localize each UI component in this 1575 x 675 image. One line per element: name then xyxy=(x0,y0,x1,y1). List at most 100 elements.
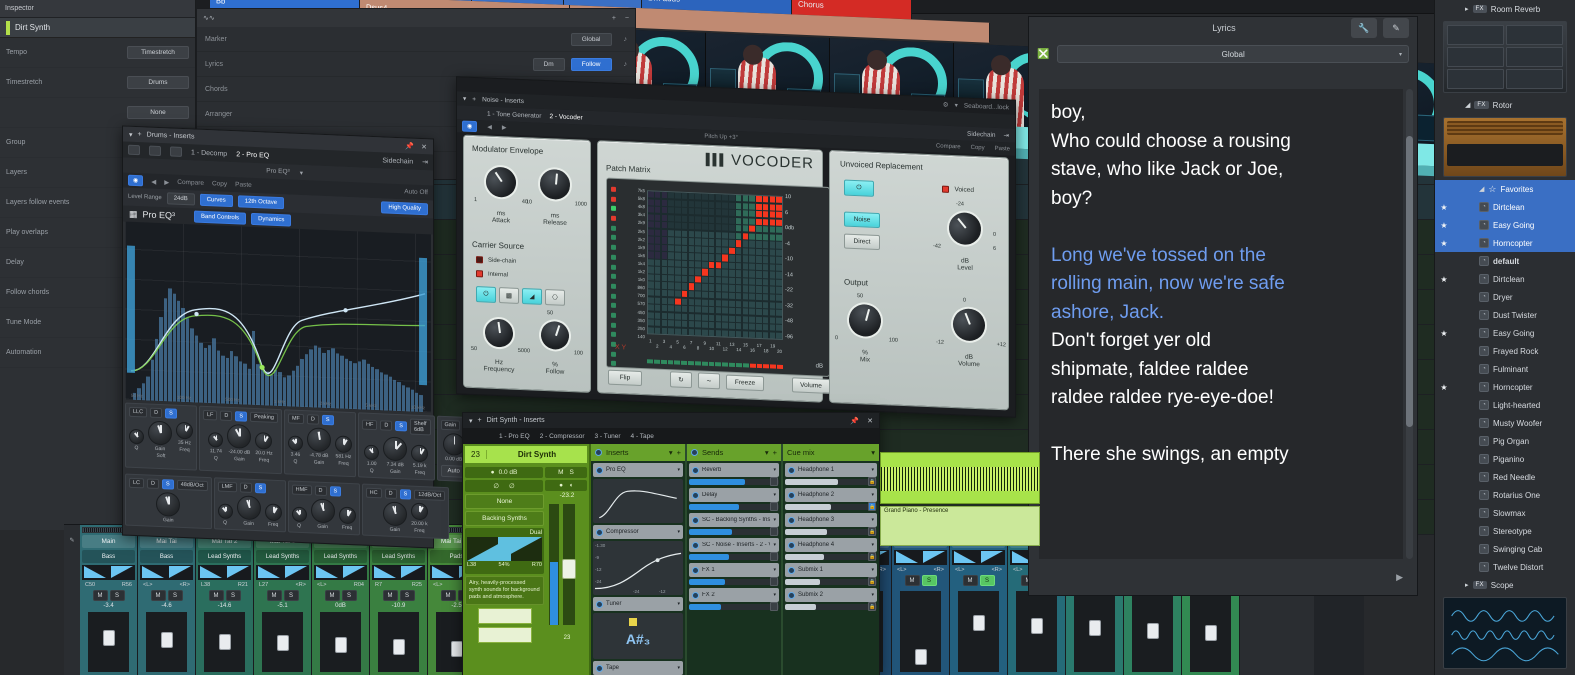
matrix-cell[interactable] xyxy=(648,221,654,229)
band-id[interactable]: HF xyxy=(361,419,378,431)
matrix-cell[interactable] xyxy=(702,238,708,246)
matrix-cell[interactable] xyxy=(742,330,749,338)
matrix-cell[interactable] xyxy=(722,254,728,262)
matrix-cell[interactable] xyxy=(735,315,742,323)
close-icon[interactable]: ✕ xyxy=(867,417,873,425)
matrix-cell[interactable] xyxy=(776,219,782,226)
solo-button[interactable]: S xyxy=(570,469,574,476)
matrix-cell[interactable] xyxy=(648,319,654,326)
eq-band-hf[interactable]: HF D S Shelf 6dB 1.00 Q 7.34 dB Gain 5.19 k Freq xyxy=(357,412,435,481)
matrix-cell[interactable] xyxy=(749,323,755,331)
send-power-icon[interactable] xyxy=(692,566,699,574)
band-mode-select[interactable]: Shelf 6dB xyxy=(409,418,431,436)
matrix-cell[interactable] xyxy=(749,270,755,278)
sidechain-icon[interactable]: ⇥ xyxy=(1004,131,1009,139)
eq-knob[interactable] xyxy=(129,428,144,445)
browser-preset-item[interactable]: ◔ Dryer xyxy=(1435,288,1575,306)
matrix-cell[interactable] xyxy=(708,276,715,284)
matrix-cell[interactable] xyxy=(756,233,762,241)
matrix-cell[interactable] xyxy=(749,308,755,316)
sidechain-label[interactable]: Sidechain xyxy=(967,130,996,138)
channel-input[interactable]: None xyxy=(465,494,544,509)
favorite-star-icon[interactable]: ★ xyxy=(1439,203,1449,212)
matrix-cell[interactable] xyxy=(769,203,776,211)
send-level-slider[interactable] xyxy=(689,477,779,486)
solo-button[interactable]: S xyxy=(921,575,937,586)
lane-value[interactable]: Dm xyxy=(532,57,565,71)
inspector-row-value[interactable]: Drums xyxy=(127,76,189,89)
matrix-cell[interactable] xyxy=(708,201,715,208)
matrix-cell[interactable] xyxy=(729,202,735,209)
channel-pan[interactable] xyxy=(82,565,135,580)
matrix-cell[interactable] xyxy=(654,206,661,214)
send-power-icon[interactable] xyxy=(692,591,699,599)
send-pre-post-toggle[interactable] xyxy=(770,552,778,561)
send-pre-post-toggle[interactable] xyxy=(770,502,778,511)
matrix-cell[interactable] xyxy=(729,330,735,337)
wrench-icon[interactable]: 🔧 xyxy=(1350,18,1377,38)
chevron-down-icon[interactable]: ▾ xyxy=(677,467,680,473)
matrix-cell[interactable] xyxy=(668,259,674,267)
cue-lock-icon[interactable]: 🔒 xyxy=(868,477,876,486)
matrix-cell[interactable] xyxy=(702,276,708,284)
matrix-cell[interactable] xyxy=(749,195,755,203)
matrix-cell[interactable] xyxy=(675,237,681,245)
mixer-channel[interactable]: Mai Tai 2 Lead Synths L38 R21 M S -14.6 xyxy=(196,525,254,675)
tab-pro-eq[interactable]: 1 - Pro EQ xyxy=(499,433,530,440)
matrix-cell[interactable] xyxy=(756,323,762,331)
matrix-cell[interactable] xyxy=(715,224,722,231)
matrix-cell[interactable] xyxy=(654,244,661,251)
matrix-cell[interactable] xyxy=(695,321,701,328)
browser-preset-item[interactable]: ★ ◔ Horncopter xyxy=(1435,378,1575,396)
matrix-cell[interactable] xyxy=(715,254,722,262)
matrix-cell[interactable] xyxy=(756,241,762,248)
matrix-cell[interactable] xyxy=(729,239,735,247)
matrix-cell[interactable] xyxy=(756,293,762,301)
matrix-cell[interactable] xyxy=(735,210,742,217)
matrix-cell[interactable] xyxy=(668,275,674,282)
matrix-cell[interactable] xyxy=(675,252,681,260)
mute-button[interactable]: M xyxy=(440,590,456,601)
chevron-down-icon[interactable]: ▾ xyxy=(871,492,874,498)
channel-mute-solo[interactable]: MS xyxy=(82,590,135,601)
send-item[interactable]: SC - Backing Synths - Inser...ster▾ xyxy=(689,513,779,527)
matrix-cell[interactable] xyxy=(681,320,688,328)
add-lane-button[interactable]: + xyxy=(612,15,616,22)
channel-name[interactable]: Main xyxy=(82,535,135,548)
browser-preset-item[interactable]: ◔ Twelve Distort xyxy=(1435,558,1575,576)
mute-button[interactable]: M xyxy=(904,575,920,586)
matrix-cell[interactable] xyxy=(769,294,776,301)
send-power-icon[interactable] xyxy=(692,466,699,474)
matrix-cell[interactable] xyxy=(729,277,735,285)
matrix-cell[interactable] xyxy=(708,254,715,261)
matrix-cell[interactable] xyxy=(729,300,735,307)
matrix-cell[interactable] xyxy=(735,277,742,285)
sends-list[interactable]: Reverb▾Delay▾SC - Backing Synths - Inser… xyxy=(687,463,781,611)
matrix-cell[interactable] xyxy=(708,239,715,246)
matrix-cell[interactable] xyxy=(729,270,735,277)
matrix-cell[interactable] xyxy=(648,266,654,274)
band-id[interactable]: HMF xyxy=(291,484,312,496)
eq-band-hc[interactable]: HC D S 12dB/Oct Gain 20.00 k Freq xyxy=(361,483,450,540)
matrix-cell[interactable] xyxy=(722,194,728,202)
matrix-cell[interactable] xyxy=(749,225,755,233)
matrix-cell[interactable] xyxy=(695,328,701,336)
matrix-cell[interactable] xyxy=(756,301,762,308)
flip-button[interactable]: Flip xyxy=(608,369,642,386)
cue-mix-list[interactable]: Headphone 1 ▾ 🔒 Headphone 2 ▾ 🔒 Headphone 3 ▾ 🔒 H… xyxy=(783,463,879,611)
matrix-cell[interactable] xyxy=(715,284,722,292)
browser-preset-item[interactable]: ◔ Fulminant xyxy=(1435,360,1575,378)
sidechain-label[interactable]: Sidechain xyxy=(382,157,413,165)
matrix-cell[interactable] xyxy=(688,260,695,268)
tab-tone-generator[interactable]: 1 - Tone Generator xyxy=(487,110,541,119)
preset-nav-next-icon[interactable]: ▶ xyxy=(502,124,507,131)
matrix-cell[interactable] xyxy=(776,234,782,241)
matrix-cell[interactable] xyxy=(648,198,654,206)
matrix-cell[interactable] xyxy=(654,274,661,282)
matrix-cell[interactable] xyxy=(668,229,674,237)
close-icon[interactable]: ✕ xyxy=(421,142,427,150)
matrix-cell[interactable] xyxy=(756,210,762,218)
cue-level-slider[interactable]: 🔒 xyxy=(785,527,877,536)
matrix-cell[interactable] xyxy=(762,233,769,241)
band-dynamics-toggle[interactable]: D xyxy=(314,485,327,497)
